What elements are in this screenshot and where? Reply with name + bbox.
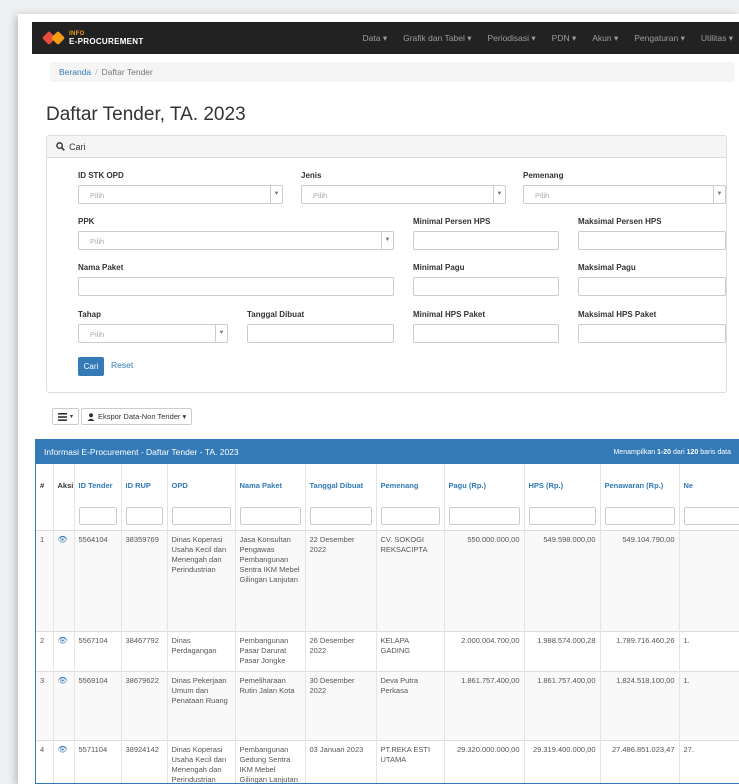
- col-no: #: [36, 464, 54, 504]
- col-id-tender[interactable]: ID Tender: [74, 464, 122, 504]
- reset-button[interactable]: Reset: [111, 360, 133, 370]
- chevron-down-icon: ▼: [493, 186, 505, 203]
- breadcrumb: Beranda / Daftar Tender: [50, 62, 735, 82]
- user-icon: [87, 412, 95, 421]
- brand[interactable]: INFO E-PROCUREMENT: [41, 30, 144, 46]
- filter-tanggal[interactable]: [309, 507, 372, 525]
- filter-hps[interactable]: [528, 507, 596, 525]
- list-icon: [58, 412, 67, 421]
- label-jenis: Jenis: [301, 171, 322, 180]
- tender-table-header: Informasi E-Procurement - Daftar Tender …: [36, 440, 739, 464]
- filter-nama-paket[interactable]: [239, 507, 301, 525]
- label-max-persen-hps: Maksimal Persen HPS: [578, 217, 662, 226]
- col-aksi: Aksi: [53, 464, 75, 504]
- view-icon[interactable]: 👁: [58, 535, 68, 544]
- menu-akun[interactable]: Akun ▾: [592, 33, 618, 44]
- input-max-pagu[interactable]: [578, 277, 726, 296]
- menu-utilitas[interactable]: Utilitas ▾: [701, 33, 733, 44]
- chevron-down-icon: ▼: [270, 186, 282, 203]
- table-row: 1 👁 5564104 38359769 Dinas Koperasi Usah…: [36, 529, 739, 631]
- main-menu: Data ▾ Grafik dan Tabel ▾ Periodisasi ▾ …: [363, 22, 734, 54]
- navbar: INFO E-PROCUREMENT Data ▾ Grafik dan Tab…: [32, 22, 739, 54]
- page: INFO E-PROCUREMENT Data ▾ Grafik dan Tab…: [18, 14, 739, 784]
- table-title: Informasi E-Procurement - Daftar Tender …: [44, 447, 239, 457]
- col-penawaran[interactable]: Penawaran (Rp.): [600, 464, 680, 504]
- label-min-hps-paket: Minimal HPS Paket: [413, 310, 486, 319]
- chevron-down-icon: ▼: [381, 232, 393, 249]
- input-min-pagu[interactable]: [413, 277, 559, 296]
- col-tanggal-dibuat[interactable]: Tanggal Dibuat: [305, 464, 377, 504]
- menu-grafik-tabel[interactable]: Grafik dan Tabel ▾: [403, 33, 471, 44]
- tender-table: # Aksi ID Tender ID RUP OPD Nama Paket T…: [36, 464, 739, 783]
- select-ppk[interactable]: Pilih ▼: [78, 231, 394, 250]
- filter-id-rup[interactable]: [125, 507, 163, 525]
- label-tahap: Tahap: [78, 310, 101, 319]
- col-pemenang[interactable]: Pemenang: [376, 464, 445, 504]
- table-row: 3 👁 5569104 38679622 Dinas Pekerjaan Umu…: [36, 670, 739, 740]
- menu-periodisasi[interactable]: Periodisasi ▾: [487, 33, 535, 44]
- chevron-down-icon: ▼: [215, 325, 227, 342]
- col-hps[interactable]: HPS (Rp.): [524, 464, 601, 504]
- search-panel-title: Cari: [69, 141, 86, 152]
- view-icon[interactable]: 👁: [58, 676, 68, 685]
- input-nama-paket[interactable]: [78, 277, 394, 296]
- filter-penawaran[interactable]: [604, 507, 675, 525]
- table-header-row: # Aksi ID Tender ID RUP OPD Nama Paket T…: [36, 464, 739, 504]
- breadcrumb-separator: /: [95, 67, 98, 77]
- filter-id-tender[interactable]: [78, 507, 117, 525]
- brand-line-2: E-PROCUREMENT: [69, 37, 144, 46]
- label-max-pagu: Maksimal Pagu: [578, 263, 636, 272]
- col-opd[interactable]: OPD: [167, 464, 236, 504]
- breadcrumb-current: Daftar Tender: [101, 67, 153, 77]
- search-button[interactable]: Cari: [78, 357, 104, 376]
- table-row: 2 👁 5567104 38467792 Dinas Perdagangan P…: [36, 630, 739, 671]
- filter-ne[interactable]: [683, 507, 739, 525]
- col-nama-paket[interactable]: Nama Paket: [235, 464, 306, 504]
- select-pemenang[interactable]: Pilih ▼: [523, 185, 726, 204]
- input-max-persen-hps[interactable]: [578, 231, 726, 250]
- breadcrumb-home[interactable]: Beranda: [59, 67, 91, 77]
- filter-opd[interactable]: [171, 507, 231, 525]
- label-tanggal-dibuat: Tanggal Dibuat: [247, 310, 305, 319]
- menu-pengaturan[interactable]: Pengaturan ▾: [634, 33, 685, 44]
- input-min-persen-hps[interactable]: [413, 231, 559, 250]
- label-min-persen-hps: Minimal Persen HPS: [413, 217, 491, 226]
- label-min-pagu: Minimal Pagu: [413, 263, 465, 272]
- view-icon[interactable]: 👁: [58, 636, 68, 645]
- menu-data[interactable]: Data ▾: [363, 33, 388, 44]
- chevron-down-icon: ▾: [70, 414, 74, 420]
- label-max-hps-paket: Maksimal HPS Paket: [578, 310, 657, 319]
- table-info: Menampilkan 1-20 dari 120 baris data: [613, 448, 731, 456]
- chevron-down-icon: ▼: [713, 186, 725, 203]
- filter-row: [36, 504, 739, 530]
- select-tahap[interactable]: Pilih ▼: [78, 324, 228, 343]
- columns-toggle-button[interactable]: ▾: [52, 408, 80, 425]
- select-id-stk-opd[interactable]: Pilih ▼: [78, 185, 283, 204]
- view-icon[interactable]: 👁: [58, 745, 68, 754]
- export-label: Ekspor Data-Non Tender ▾: [98, 412, 187, 421]
- col-pagu[interactable]: Pagu (Rp.): [444, 464, 525, 504]
- search-panel-header: Cari: [47, 136, 726, 158]
- menu-pdn[interactable]: PDN ▾: [552, 33, 577, 44]
- filter-pagu[interactable]: [448, 507, 520, 525]
- table-row: 4 👁 5571104 38924142 Dinas Koperasi Usah…: [36, 739, 739, 783]
- col-id-rup[interactable]: ID RUP: [121, 464, 168, 504]
- export-button[interactable]: Ekspor Data-Non Tender ▾: [81, 408, 193, 425]
- label-id-stk-opd: ID STK OPD: [78, 171, 124, 180]
- label-pemenang: Pemenang: [523, 171, 564, 180]
- page-title: Daftar Tender, TA. 2023: [46, 104, 246, 125]
- label-ppk: PPK: [78, 217, 95, 226]
- filter-pemenang[interactable]: [380, 507, 440, 525]
- select-jenis[interactable]: Pilih ▼: [301, 185, 506, 204]
- tender-table-panel: Informasi E-Procurement - Daftar Tender …: [35, 439, 739, 784]
- input-tanggal-dibuat[interactable]: [247, 324, 394, 343]
- search-icon: [56, 142, 65, 151]
- logo-icon: [41, 30, 66, 46]
- input-max-hps-paket[interactable]: [578, 324, 726, 343]
- label-nama-paket: Nama Paket: [78, 263, 124, 272]
- search-panel: Cari ID STK OPD Pilih ▼ Jenis Pilih ▼ Peme…: [46, 135, 727, 393]
- col-ne[interactable]: Ne: [679, 464, 739, 504]
- input-min-hps-paket[interactable]: [413, 324, 559, 343]
